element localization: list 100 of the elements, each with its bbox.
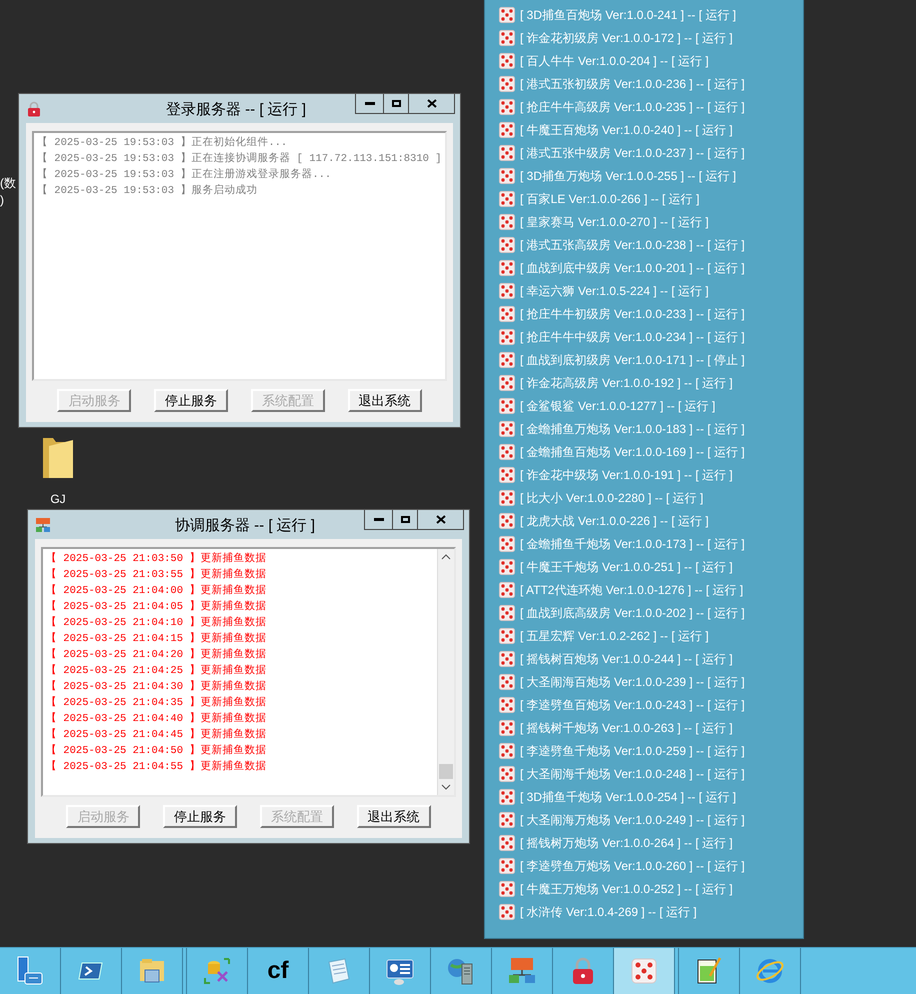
desktop-label: (数 — [0, 175, 16, 192]
service-status: [ 摇钱树千炮场 Ver:1.0.0-263 ] -- [ 运行 ] — [520, 720, 733, 736]
dice-icon — [499, 374, 515, 390]
service-status: [ 血战到底高级房 Ver:1.0.0-202 ] -- [ 运行 ] — [520, 604, 745, 622]
action-button[interactable]: 退出系统 — [348, 389, 422, 412]
network-icon — [507, 956, 537, 986]
close-icon — [436, 515, 446, 524]
dice-icon — [499, 352, 515, 368]
dice-icon — [499, 444, 515, 460]
cf-logo: cf — [267, 959, 289, 983]
action-button[interactable]: 退出系统 — [356, 805, 431, 828]
dice-icon — [499, 98, 515, 114]
service-status: [ 抢庄牛牛中级房 Ver:1.0.0-234 ] -- [ 运行 ] — [520, 328, 745, 346]
service-status: [ 百人牛牛 Ver:1.0.0-204 ] -- [ 运行 ] — [520, 52, 709, 70]
service-status: [ 诈金花初级房 Ver:1.0.0-172 ] -- [ 运行 ] — [520, 30, 733, 46]
dice-icon — [499, 788, 515, 804]
network-icon — [35, 516, 51, 532]
scroll-thumb[interactable] — [439, 764, 453, 779]
dice-icon — [499, 466, 515, 482]
dice-icon — [499, 306, 515, 322]
log-line: 【 2025-03-25 21:04:35 】更新捕鱼数据 — [46, 695, 266, 711]
lock-icon — [26, 100, 42, 116]
dice-icon — [499, 696, 515, 712]
service-status: [ 3D捕鱼百炮场 Ver:1.0.0-241 ] -- [ 运行 ] — [520, 6, 736, 24]
log-line: 【 2025-03-25 21:04:25 】更新捕鱼数据 — [46, 663, 266, 679]
server-toolbox-icon — [15, 956, 45, 986]
dice-icon — [499, 834, 515, 850]
dice-icon — [499, 214, 515, 230]
dice-icon — [499, 30, 515, 46]
log-line: 【 2025-03-25 19:53:03 】服务启动成功 — [37, 183, 258, 199]
service-status: [ 3D捕鱼万炮场 Ver:1.0.0-255 ] -- [ 运行 ] — [520, 168, 736, 184]
log-line: 【 2025-03-25 21:04:20 】更新捕鱼数据 — [46, 647, 266, 663]
dice-icon — [499, 650, 515, 666]
dice-icon — [499, 260, 515, 276]
dice-icon — [499, 858, 515, 874]
service-status: [ 金蟾捕鱼万炮场 Ver:1.0.0-183 ] -- [ 运行 ] — [520, 420, 745, 438]
dice-icon — [499, 628, 515, 644]
service-status: [ 诈金花高级房 Ver:1.0.0-192 ] -- [ 运行 ] — [520, 374, 733, 392]
icon-label[interactable]: GJ — [50, 490, 66, 508]
service-status: [ 金鲨银鲨 Ver:1.0.0-1277 ] -- [ 运行 ] — [520, 398, 716, 414]
service-status: [ 牛魔王千炮场 Ver:1.0.0-251 ] -- [ 运行 ] — [520, 558, 733, 576]
log-line: 【 2025-03-25 21:04:55 】更新捕鱼数据 — [46, 759, 266, 775]
service-status: [ 大圣闹海百炮场 Ver:1.0.0-239 ] -- [ 运行 ] — [520, 674, 745, 690]
action-button[interactable]: 停止服务 — [163, 805, 238, 828]
dice-icon — [499, 52, 515, 68]
dice-icon — [499, 420, 515, 436]
log-line: 【 2025-03-25 19:53:03 】正在注册游戏登录服务器... — [37, 167, 332, 183]
dice-icon — [499, 328, 515, 344]
log-line: 【 2025-03-25 21:04:05 】更新捕鱼数据 — [46, 599, 266, 615]
dice-icon — [499, 674, 515, 690]
service-status: [ 摇钱树百炮场 Ver:1.0.0-244 ] -- [ 运行 ] — [520, 650, 733, 668]
service-status: [ 港式五张高级房 Ver:1.0.0-238 ] -- [ 运行 ] — [520, 236, 745, 254]
service-status: [ 皇家赛马 Ver:1.0.0-270 ] -- [ 运行 ] — [520, 214, 709, 230]
dice-icon — [499, 582, 515, 598]
log-line: 【 2025-03-25 21:04:30 】更新捕鱼数据 — [46, 679, 266, 695]
dice-icon — [499, 536, 515, 552]
close-icon — [426, 99, 436, 108]
dice-icon — [499, 76, 515, 92]
service-status: [ 摇钱树万炮场 Ver:1.0.0-264 ] -- [ 运行 ] — [520, 834, 733, 852]
log-line: 【 2025-03-25 21:03:50 】更新捕鱼数据 — [46, 551, 266, 567]
service-status: [ 3D捕鱼千炮场 Ver:1.0.0-254 ] -- [ 运行 ] — [520, 788, 736, 806]
action-button[interactable]: 停止服务 — [154, 389, 228, 412]
dice-icon — [499, 904, 515, 920]
service-status: [ 李逵劈鱼万炮场 Ver:1.0.0-260 ] -- [ 运行 ] — [520, 858, 745, 874]
window-title: 协调服务器 -- [ 运行 ] — [175, 516, 315, 536]
dice-icon — [499, 398, 515, 414]
dice-icon — [499, 880, 515, 896]
window-title: 登录服务器 -- [ 运行 ] — [166, 100, 306, 120]
service-status: [ 血战到底中级房 Ver:1.0.0-201 ] -- [ 运行 ] — [520, 260, 745, 276]
dice-icon — [499, 742, 515, 758]
scrollbar[interactable] — [437, 549, 454, 795]
log-line: 【 2025-03-25 21:03:55 】更新捕鱼数据 — [46, 567, 266, 583]
database-tools-icon — [202, 956, 232, 986]
dice-icon — [499, 604, 515, 620]
log-line: 【 2025-03-25 19:53:03 】正在初始化组件... — [37, 135, 288, 151]
service-status: [ 港式五张中级房 Ver:1.0.0-237 ] -- [ 运行 ] — [520, 144, 745, 162]
dice-icon — [499, 812, 515, 828]
service-status: [ ATT2代连环炮 Ver:1.0.0-1276 ] -- [ 运行 ] — [520, 582, 744, 598]
dice-icon — [499, 6, 515, 22]
service-status: [ 五星宏辉 Ver:1.0.2-262 ] -- [ 运行 ] — [520, 628, 709, 644]
log-line: 【 2025-03-25 21:04:45 】更新捕鱼数据 — [46, 727, 266, 743]
dice-icon — [499, 512, 515, 528]
dice-icon — [499, 236, 515, 252]
service-status: [ 比大小 Ver:1.0.0-2280 ] -- [ 运行 ] — [520, 490, 704, 506]
dice-icon — [499, 490, 515, 506]
dice-icon — [499, 122, 515, 138]
service-status: [ 水浒传 Ver:1.0.4-269 ] -- [ 运行 ] — [520, 904, 697, 920]
service-status: [ 抢庄牛牛高级房 Ver:1.0.0-235 ] -- [ 运行 ] — [520, 98, 745, 116]
log-line: 【 2025-03-25 21:04:50 】更新捕鱼数据 — [46, 743, 266, 759]
service-status: [ 李逵劈鱼百炮场 Ver:1.0.0-243 ] -- [ 运行 ] — [520, 696, 745, 714]
service-status: [ 牛魔王百炮场 Ver:1.0.0-240 ] -- [ 运行 ] — [520, 122, 733, 138]
service-status: [ 牛魔王万炮场 Ver:1.0.0-252 ] -- [ 运行 ] — [520, 880, 733, 898]
service-status: [ 诈金花中级场 Ver:1.0.0-191 ] -- [ 运行 ] — [520, 466, 733, 484]
service-status: [ 百家LE Ver:1.0.0-266 ] -- [ 运行 ] — [520, 190, 700, 208]
desktop-label: ) — [0, 192, 4, 209]
service-status: [ 李逵劈鱼千炮场 Ver:1.0.0-259 ] -- [ 运行 ] — [520, 742, 745, 760]
dice-icon — [499, 190, 515, 206]
taskbar-button[interactable]: cf — [248, 948, 309, 994]
dice-icon — [499, 144, 515, 160]
dice-icon — [629, 956, 659, 986]
